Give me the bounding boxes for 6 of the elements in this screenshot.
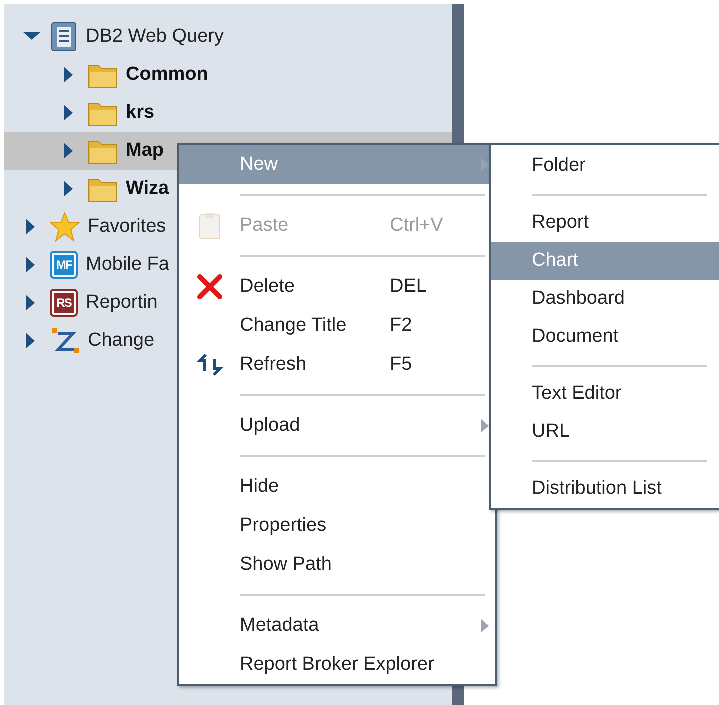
badge-icon: RS [50, 289, 78, 317]
shortcut-label: F5 [390, 354, 412, 376]
shortcut-label: F2 [390, 314, 412, 336]
badge-icon: MF [50, 251, 78, 279]
shortcut-label: Ctrl+V [390, 214, 444, 236]
shortcut-label: DEL [390, 276, 427, 298]
